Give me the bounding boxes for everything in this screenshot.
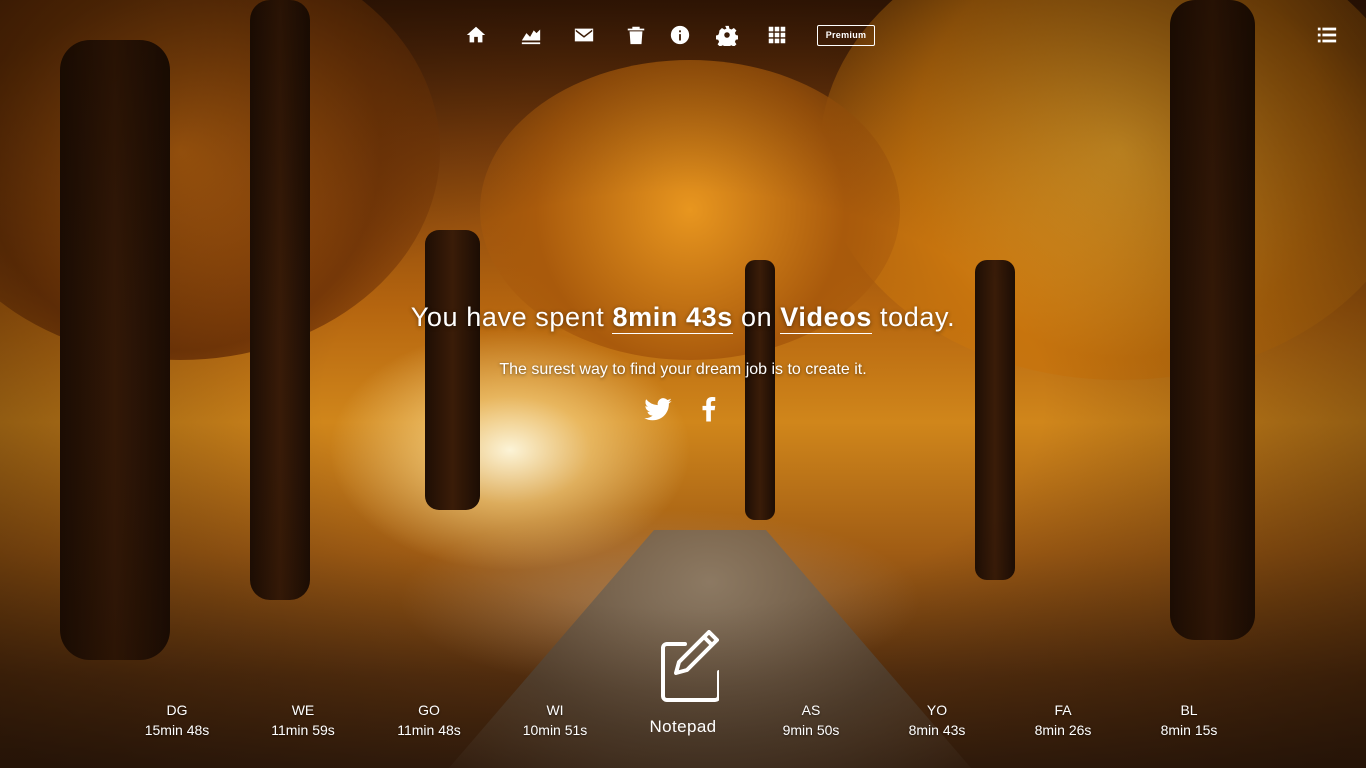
mail-icon[interactable] (571, 22, 597, 48)
site-stat-item[interactable]: BL 8min 15s (1134, 700, 1244, 740)
site-time: 8min 15s (1160, 722, 1218, 738)
site-code: FA (1054, 702, 1072, 718)
trash-icon[interactable] (623, 22, 649, 48)
site-code: AS (801, 702, 821, 718)
settings-icon[interactable] (714, 22, 740, 48)
top-navigation-bar: Premium (0, 22, 1366, 50)
site-stat-item[interactable]: GO 11min 48s (374, 700, 484, 740)
site-stat-item[interactable]: DG 15min 48s (122, 700, 232, 740)
site-code: DG (166, 702, 188, 718)
site-stat-item[interactable]: WI 10min 51s (500, 700, 610, 740)
site-time: 11min 59s (271, 722, 335, 738)
list-menu-icon[interactable] (1314, 22, 1340, 48)
site-code: GO (418, 702, 440, 718)
info-icon[interactable] (667, 22, 693, 48)
stats-icon[interactable] (518, 22, 544, 48)
facebook-icon[interactable] (694, 394, 724, 424)
headline-middle: on (740, 302, 773, 332)
site-time: 10min 51s (522, 722, 588, 738)
site-code: WE (291, 702, 315, 718)
premium-button[interactable]: Premium (817, 25, 875, 46)
site-time: 9min 50s (782, 722, 840, 738)
site-stat-item[interactable]: WE 11min 59s (248, 700, 358, 740)
site-code: YO (926, 702, 948, 718)
time-spent-value[interactable]: 8min 43s (612, 302, 733, 334)
notepad-button[interactable]: Notepad (640, 630, 726, 740)
motivational-quote: The surest way to find your dream job is… (499, 361, 867, 378)
headline-prefix: You have spent (410, 302, 605, 332)
site-time: 8min 26s (1034, 722, 1092, 738)
notepad-label: Notepad (649, 717, 717, 736)
site-stat-item[interactable]: YO 8min 43s (882, 700, 992, 740)
apps-grid-icon[interactable] (764, 22, 790, 48)
site-time: 11min 48s (397, 722, 461, 738)
headline-suffix: today. (880, 302, 956, 332)
category-link[interactable]: Videos (780, 302, 872, 334)
site-code: BL (1180, 702, 1198, 718)
site-time: 8min 43s (908, 722, 966, 738)
home-icon[interactable] (463, 22, 489, 48)
time-spent-headline: You have spent 8min 43s on Videos today. (0, 302, 1366, 334)
notepad-edit-icon (661, 630, 721, 702)
twitter-icon[interactable] (643, 394, 673, 424)
site-stat-item[interactable]: FA 8min 26s (1008, 700, 1118, 740)
site-time: 15min 48s (144, 722, 210, 738)
site-code: WI (546, 702, 564, 718)
site-stat-item[interactable]: AS 9min 50s (756, 700, 866, 740)
